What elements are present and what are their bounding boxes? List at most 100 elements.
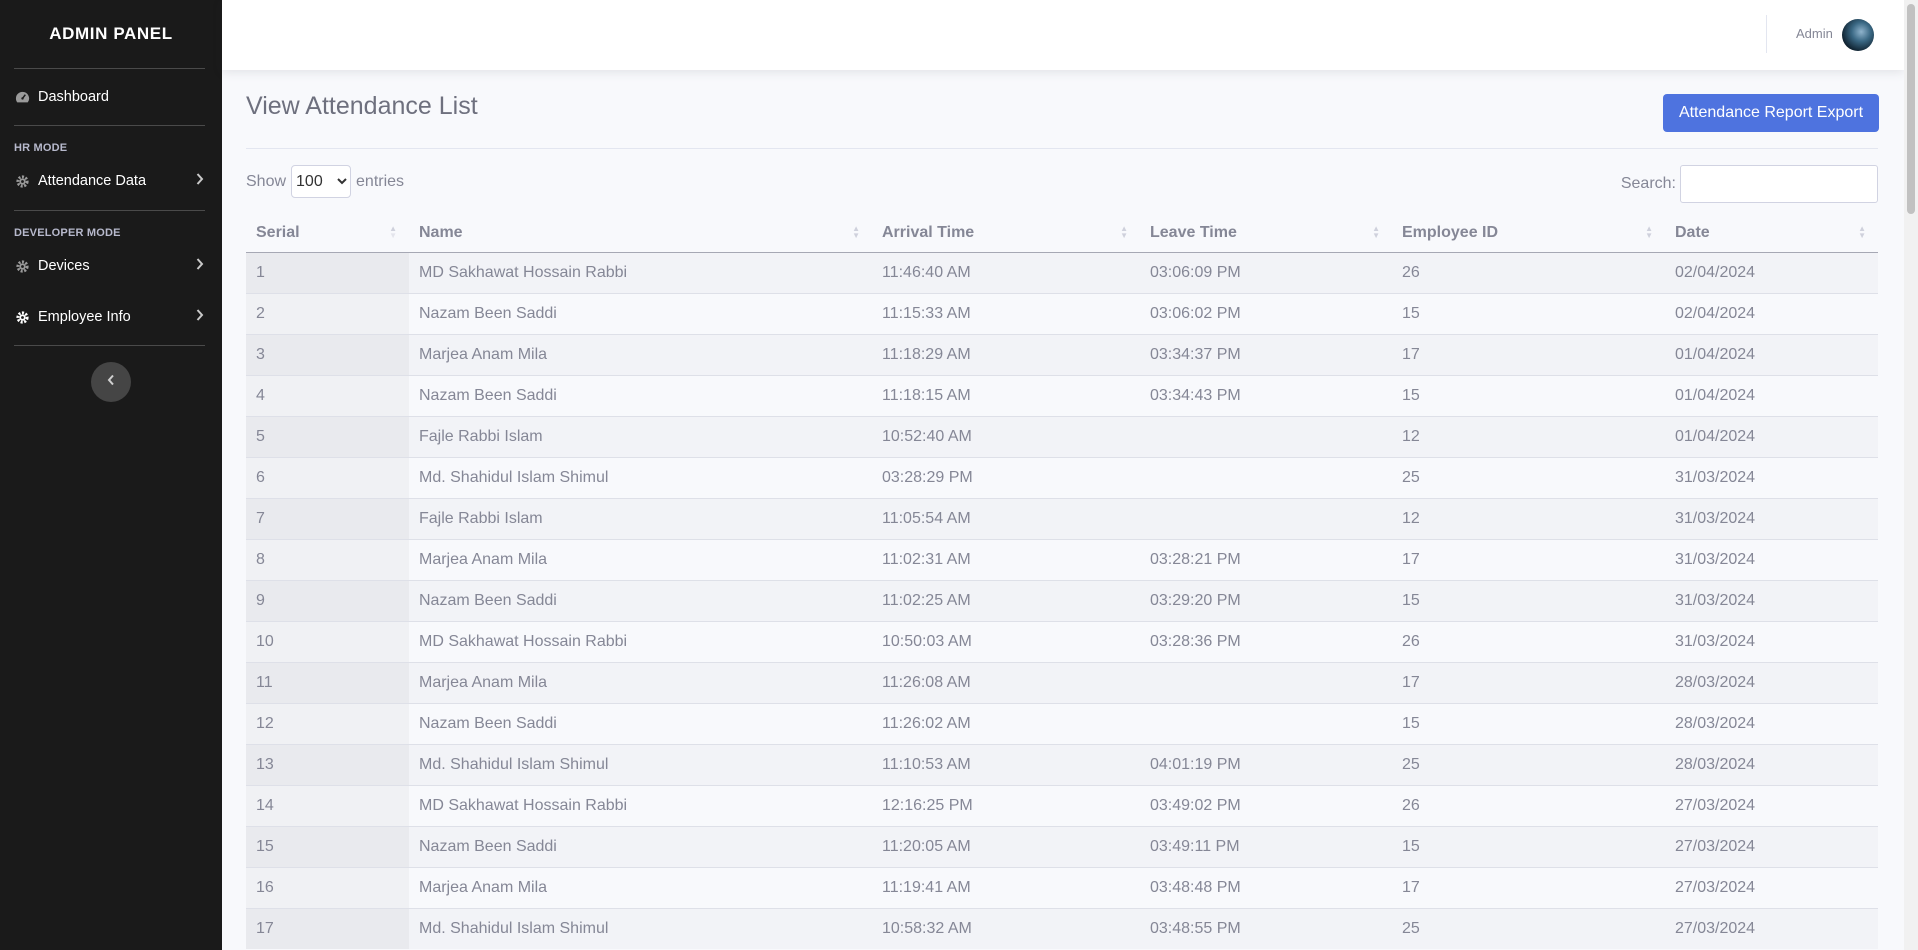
column-header-serial[interactable]: Serial ▲ ▼: [246, 213, 409, 253]
table-row[interactable]: 13 Md. Shahidul Islam Shimul 11:10:53 AM 04…: [246, 744, 1878, 786]
cell-employee-id: 15: [1392, 375, 1665, 417]
table-body: 1 MD Sakhawat Hossain Rabbi 11:46:40 AM 03:…: [246, 252, 1878, 949]
cell-date: 01/04/2024: [1665, 334, 1878, 376]
cell-serial: 4: [246, 375, 409, 417]
column-header-arrival-time[interactable]: Arrival Time ▲ ▼: [872, 213, 1140, 253]
cell-date: 31/03/2024: [1665, 498, 1878, 540]
sort-icon: ▲ ▼: [1858, 224, 1866, 240]
cell-employee-id: 26: [1392, 621, 1665, 663]
column-header-date[interactable]: Date ▲ ▼: [1665, 213, 1878, 253]
show-label: Show: [246, 172, 287, 190]
header-divider: [246, 148, 1878, 149]
cell-name: Fajle Rabbi Islam: [409, 498, 872, 540]
cell-serial: 8: [246, 539, 409, 581]
cell-employee-id: 12: [1392, 416, 1665, 458]
sort-icon: ▲ ▼: [1645, 224, 1653, 240]
table-row[interactable]: 9 Nazam Been Saddi 11:02:25 AM 03:29:20 PM 1…: [246, 580, 1878, 622]
cell-employee-id: 25: [1392, 744, 1665, 786]
chevron-right-icon: [196, 173, 204, 189]
table-row[interactable]: 1 MD Sakhawat Hossain Rabbi 11:46:40 AM 03:…: [246, 252, 1878, 294]
cell-leave-time: [1140, 703, 1392, 745]
sidebar-heading-developer: DEVELOPER MODE: [14, 227, 121, 239]
table-row[interactable]: 15 Nazam Been Saddi 11:20:05 AM 03:49:11 PM…: [246, 826, 1878, 868]
gear-icon: [14, 309, 30, 325]
cell-employee-id: 15: [1392, 293, 1665, 335]
column-header-name[interactable]: Name ▲ ▼: [409, 213, 872, 253]
cell-date: 31/03/2024: [1665, 580, 1878, 622]
table-row[interactable]: 12 Nazam Been Saddi 11:26:02 AM 15 28/03/202…: [246, 703, 1878, 745]
column-header-employee-id[interactable]: Employee ID ▲ ▼: [1392, 213, 1665, 253]
cell-name: Nazam Been Saddi: [409, 375, 872, 417]
user-name[interactable]: Admin: [1796, 26, 1833, 41]
cell-serial: 12: [246, 703, 409, 745]
cell-arrival-time: 10:58:32 AM: [872, 908, 1140, 949]
cell-name: Md. Shahidul Islam Shimul: [409, 908, 872, 949]
table-row[interactable]: 2 Nazam Been Saddi 11:15:33 AM 03:06:02 PM 1…: [246, 293, 1878, 335]
sidebar-item-dashboard[interactable]: Dashboard: [0, 69, 222, 125]
sidebar-toggle-button[interactable]: [91, 362, 131, 402]
cell-name: Fajle Rabbi Islam: [409, 416, 872, 458]
cell-leave-time: 03:28:36 PM: [1140, 621, 1392, 663]
table-row[interactable]: 8 Marjea Anam Mila 11:02:31 AM 03:28:21 PM 1…: [246, 539, 1878, 581]
table-row[interactable]: 17 Md. Shahidul Islam Shimul 10:58:32 AM 03…: [246, 908, 1878, 949]
entries-per-page-select[interactable]: 100: [291, 165, 352, 198]
table-row[interactable]: 16 Marjea Anam Mila 11:19:41 AM 03:48:48 PM…: [246, 867, 1878, 909]
cell-leave-time: 03:06:09 PM: [1140, 252, 1392, 294]
cell-leave-time: 03:34:37 PM: [1140, 334, 1392, 376]
gear-icon: [14, 258, 30, 274]
cell-arrival-time: 11:26:02 AM: [872, 703, 1140, 745]
cell-name: Md. Shahidul Islam Shimul: [409, 744, 872, 786]
table-row[interactable]: 10 MD Sakhawat Hossain Rabbi 10:50:03 AM 03…: [246, 621, 1878, 663]
cell-leave-time: 03:29:20 PM: [1140, 580, 1392, 622]
cell-serial: 15: [246, 826, 409, 868]
cell-employee-id: 15: [1392, 703, 1665, 745]
table-row[interactable]: 14 MD Sakhawat Hossain Rabbi 12:16:25 PM 03…: [246, 785, 1878, 827]
cell-date: 02/04/2024: [1665, 293, 1878, 335]
table-row[interactable]: 6 Md. Shahidul Islam Shimul 03:28:29 PM 25 3…: [246, 457, 1878, 499]
sidebar-item-label: Devices: [38, 258, 90, 274]
cell-arrival-time: 10:50:03 AM: [872, 621, 1140, 663]
cell-arrival-time: 11:19:41 AM: [872, 867, 1140, 909]
cell-serial: 2: [246, 293, 409, 335]
page-scrollbar[interactable]: [1904, 0, 1918, 950]
cell-date: 27/03/2024: [1665, 867, 1878, 909]
cell-date: 28/03/2024: [1665, 662, 1878, 704]
table-row[interactable]: 4 Nazam Been Saddi 11:18:15 AM 03:34:43 PM 1…: [246, 375, 1878, 417]
sidebar-item-attendance-data[interactable]: Attendance Data: [0, 158, 222, 204]
topbar: Admin: [222, 0, 1904, 70]
search-input[interactable]: [1680, 165, 1878, 203]
cell-arrival-time: 03:28:29 PM: [872, 457, 1140, 499]
cell-serial: 11: [246, 662, 409, 704]
cell-employee-id: 17: [1392, 662, 1665, 704]
cell-arrival-time: 11:02:25 AM: [872, 580, 1140, 622]
avatar[interactable]: [1842, 19, 1874, 51]
cell-employee-id: 26: [1392, 252, 1665, 294]
tachometer-icon: [14, 89, 30, 105]
attendance-report-export-button[interactable]: Attendance Report Export: [1663, 94, 1879, 132]
table-row[interactable]: 5 Fajle Rabbi Islam 10:52:40 AM 12 01/04/202…: [246, 416, 1878, 458]
cell-serial: 16: [246, 867, 409, 909]
cell-date: 31/03/2024: [1665, 621, 1878, 663]
table-row[interactable]: 11 Marjea Anam Mila 11:26:08 AM 17 28/03/202…: [246, 662, 1878, 704]
cell-date: 27/03/2024: [1665, 785, 1878, 827]
cell-employee-id: 17: [1392, 867, 1665, 909]
cell-serial: 1: [246, 252, 409, 294]
column-header-leave-time[interactable]: Leave Time ▲ ▼: [1140, 213, 1392, 253]
show-entries-control: Show 100 entries: [246, 165, 404, 198]
sidebar-item-employee-info[interactable]: Employee Info: [0, 289, 222, 345]
cell-arrival-time: 11:18:15 AM: [872, 375, 1140, 417]
cell-serial: 17: [246, 908, 409, 949]
cell-arrival-time: 11:20:05 AM: [872, 826, 1140, 868]
scrollbar-thumb[interactable]: [1907, 4, 1915, 214]
cell-leave-time: 03:49:02 PM: [1140, 785, 1392, 827]
sidebar-item-devices[interactable]: Devices: [0, 243, 222, 289]
table-row[interactable]: 3 Marjea Anam Mila 11:18:29 AM 03:34:37 PM 1…: [246, 334, 1878, 376]
chevron-right-icon: [196, 309, 204, 325]
cell-employee-id: 25: [1392, 908, 1665, 949]
brand-title[interactable]: ADMIN PANEL: [0, 0, 222, 68]
search-label: Search:: [1620, 175, 1676, 192]
cell-employee-id: 15: [1392, 580, 1665, 622]
cell-date: 27/03/2024: [1665, 826, 1878, 868]
cell-name: Marjea Anam Mila: [409, 539, 872, 581]
table-row[interactable]: 7 Fajle Rabbi Islam 11:05:54 AM 12 31/03/202…: [246, 498, 1878, 540]
